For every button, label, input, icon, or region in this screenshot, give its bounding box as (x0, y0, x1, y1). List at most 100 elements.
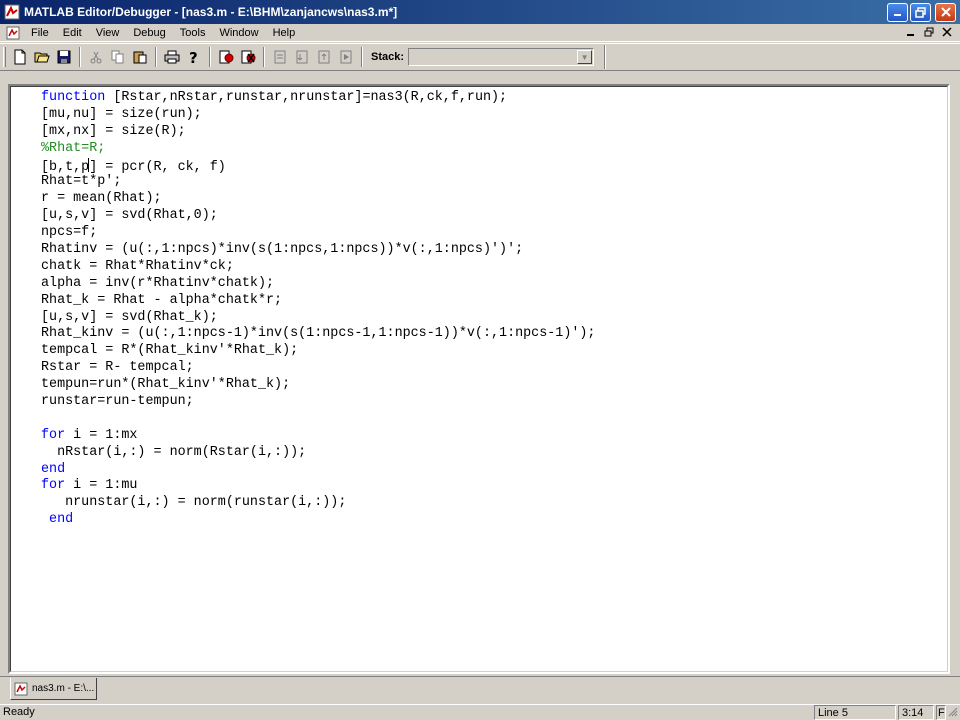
resize-grip-icon[interactable] (946, 705, 960, 720)
help-icon[interactable]: ? (183, 46, 205, 68)
code-line[interactable]: end (41, 512, 595, 529)
doc-restore-icon[interactable] (922, 27, 936, 39)
step-icon[interactable] (269, 46, 291, 68)
toolbar-separator (209, 47, 211, 67)
code-token: tempcal = R*(Rhat_kinv'*Rhat_k); (41, 343, 299, 359)
cut-icon[interactable] (85, 46, 107, 68)
code-token: runstar=run-tempun; (41, 394, 194, 410)
code-line[interactable]: nRstar(i,:) = norm(Rstar(i,:)); (41, 445, 595, 462)
code-line[interactable]: %Rhat=R; (41, 141, 595, 158)
code-keyword: for (41, 427, 66, 443)
code-token: i = 1:mu (65, 478, 138, 494)
code-line[interactable]: Rhat=t*p'; (41, 174, 595, 191)
menu-tools[interactable]: Tools (173, 24, 213, 42)
clear-breakpoints-icon[interactable] (237, 46, 259, 68)
matlab-editor-window: MATLAB Editor/Debugger - [nas3.m - E:\BH… (0, 0, 960, 720)
doc-minimize-icon[interactable] (904, 27, 918, 39)
title-bar[interactable]: MATLAB Editor/Debugger - [nas3.m - E:\BH… (0, 0, 960, 24)
menu-view[interactable]: View (89, 24, 127, 42)
code-keyword: for (41, 478, 66, 494)
stack-label: Stack: (371, 51, 405, 63)
code-line[interactable]: for i = 1:mu (41, 478, 595, 495)
code-line[interactable]: [mu,nu] = size(run); (41, 107, 595, 124)
step-out-icon[interactable] (313, 46, 335, 68)
status-bar: Ready Line 5 3:14 F (0, 704, 960, 720)
code-line[interactable]: end (41, 462, 595, 479)
editor-pane[interactable]: function [Rstar,nRstar,runstar,nrunstar]… (8, 84, 950, 674)
stack-dropdown[interactable]: ▼ (408, 48, 595, 66)
code-token: [u,s,v] = svd(Rhat_k); (41, 309, 218, 325)
menu-help[interactable]: Help (266, 24, 303, 42)
code-line[interactable] (41, 411, 595, 428)
code-line[interactable]: Rhatinv = (u(:,1:npcs)*inv(s(1:npcs,1:np… (41, 242, 595, 259)
document-tab-label: nas3.m - E:\... (32, 683, 95, 694)
status-message: Ready (3, 706, 35, 718)
continue-icon[interactable] (335, 46, 357, 68)
minimize-button[interactable] (887, 2, 908, 22)
code-line[interactable]: Rstar = R- tempcal; (41, 360, 595, 377)
code-line[interactable]: [u,s,v] = svd(Rhat_k); (41, 310, 595, 327)
document-icon[interactable] (6, 26, 20, 40)
code-token: r = mean(Rhat); (41, 191, 162, 207)
toolbar-separator (263, 47, 265, 67)
set-breakpoint-icon[interactable] (215, 46, 237, 68)
status-line: Line 5 (814, 705, 896, 720)
svg-text:?: ? (189, 49, 198, 65)
code-comment: %Rhat=R; (41, 140, 106, 156)
code-token: [Rstar,nRstar,runstar,nrunstar]=nas3(R,c… (105, 90, 508, 105)
code-keyword: end (41, 461, 66, 477)
code-line[interactable]: Rhat_k = Rhat - alpha*chatk*r; (41, 293, 595, 310)
menu-file[interactable]: File (24, 24, 56, 42)
code-token: i = 1:mx (65, 427, 138, 443)
code-line[interactable]: runstar=run-tempun; (41, 394, 595, 411)
chevron-down-icon[interactable]: ▼ (577, 50, 593, 64)
code-token: Rhatinv = (u(:,1:npcs)*inv(s(1:npcs,1:np… (41, 242, 524, 258)
code-line[interactable]: function [Rstar,nRstar,runstar,nrunstar]… (41, 90, 595, 107)
step-in-icon[interactable] (291, 46, 313, 68)
matlab-app-icon (4, 4, 20, 20)
matlab-file-icon (14, 682, 28, 695)
code-token: [u,s,v] = svd(Rhat,0); (41, 208, 218, 224)
print-icon[interactable] (161, 46, 183, 68)
menu-debug[interactable]: Debug (126, 24, 172, 42)
editor-border: function [Rstar,nRstar,runstar,nrunstar]… (10, 86, 948, 672)
code-line[interactable]: nrunstar(i,:) = norm(runstar(i,:)); (41, 495, 595, 512)
code-token: [b,t,p (41, 159, 90, 175)
doc-close-icon[interactable] (940, 26, 954, 39)
toolbar-grip[interactable] (3, 47, 6, 67)
document-tab-bar: nas3.m - E:\... (0, 676, 960, 702)
code-keyword: end (49, 512, 74, 528)
code-token: ] = pcr(R, ck, f) (89, 159, 226, 175)
code-token: [mu,nu] = size(run); (41, 106, 202, 122)
code-token: Rhat=t*p'; (41, 174, 122, 190)
menu-edit[interactable]: Edit (56, 24, 89, 42)
open-folder-icon[interactable] (31, 46, 53, 68)
restore-button[interactable] (910, 2, 931, 22)
code-line[interactable]: [u,s,v] = svd(Rhat,0); (41, 208, 595, 225)
code-line[interactable]: r = mean(Rhat); (41, 191, 595, 208)
code-line[interactable]: alpha = inv(r*Rhatinv*chatk); (41, 276, 595, 293)
paste-icon[interactable] (129, 46, 151, 68)
code-line[interactable]: [mx,nx] = size(R); (41, 124, 595, 141)
code-token: npcs=f; (41, 225, 98, 241)
code-line[interactable]: chatk = Rhat*Rhatinv*ck; (41, 259, 595, 276)
copy-icon[interactable] (107, 46, 129, 68)
document-tab[interactable]: nas3.m - E:\... (10, 678, 97, 700)
status-flag: F (936, 705, 946, 720)
new-file-icon[interactable] (9, 46, 31, 68)
code-line[interactable]: tempun=run*(Rhat_kinv'*Rhat_k); (41, 377, 595, 394)
close-button[interactable] (935, 2, 956, 22)
toolbar-separator (361, 47, 363, 67)
menu-window[interactable]: Window (212, 24, 265, 42)
toolbar: ? Stack: ▼ (0, 43, 960, 71)
code-line[interactable]: npcs=f; (41, 225, 595, 242)
code-line[interactable]: tempcal = R*(Rhat_kinv'*Rhat_k); (41, 343, 595, 360)
code-line[interactable]: [b,t,p] = pcr(R, ck, f) (41, 157, 595, 175)
menu-bar: File Edit View Debug Tools Window Help (0, 24, 960, 42)
code-line[interactable]: Rhat_kinv = (u(:,1:npcs-1)*inv(s(1:npcs-… (41, 326, 595, 343)
code-line[interactable]: for i = 1:mx (41, 428, 595, 445)
code-token: chatk = Rhat*Rhatinv*ck; (41, 258, 234, 274)
code-text[interactable]: function [Rstar,nRstar,runstar,nrunstar]… (41, 90, 595, 529)
save-icon[interactable] (53, 46, 75, 68)
